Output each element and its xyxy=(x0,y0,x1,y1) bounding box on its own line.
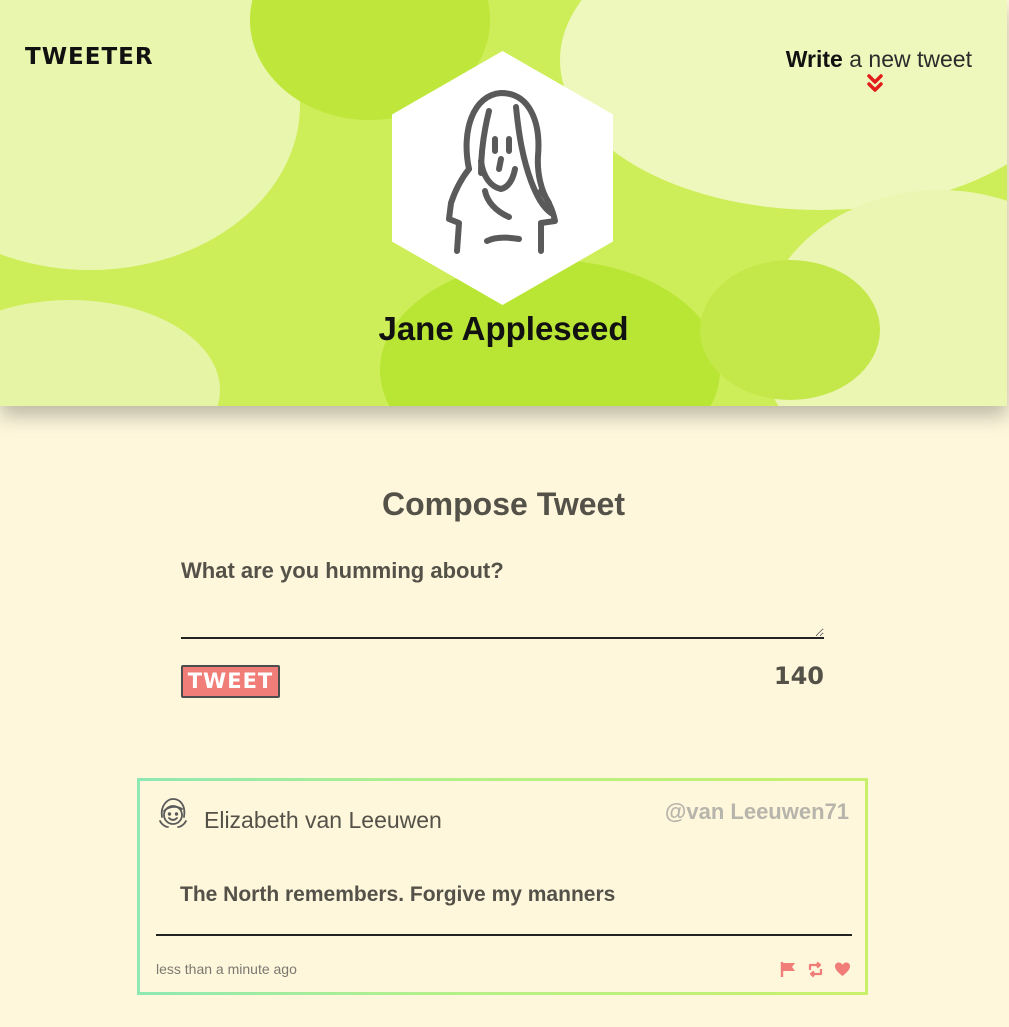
avatar-hexagon xyxy=(392,51,613,305)
write-tweet-bold: Write xyxy=(785,46,843,72)
tweet-actions xyxy=(780,961,851,978)
profile-avatar xyxy=(391,51,614,305)
tweet-body: The North remembers. Forgive my manners xyxy=(180,883,616,906)
tweet-submit-button[interactable]: TWEET xyxy=(181,665,280,698)
write-new-tweet-link[interactable]: Write a new tweet xyxy=(786,46,972,93)
flag-icon[interactable] xyxy=(780,961,797,978)
compose-title: Compose Tweet xyxy=(382,486,625,522)
profile-header: TWEETER Write a new tweet Jane Appleseed xyxy=(0,0,1007,406)
tweet-card: Elizabeth van Leeuwen @van Leeuwen71 The… xyxy=(137,778,868,995)
profile-name: Jane Appleseed xyxy=(378,310,629,347)
heart-icon[interactable] xyxy=(834,961,851,978)
compose-label: What are you humming about? xyxy=(181,558,504,583)
character-counter: 140 xyxy=(773,662,824,690)
retweet-icon[interactable] xyxy=(807,961,824,978)
tweet-text-input[interactable] xyxy=(181,596,824,639)
brand-logo[interactable]: TWEETER xyxy=(25,44,154,70)
double-chevron-down-icon[interactable] xyxy=(865,73,885,93)
tweet-author-name: Elizabeth van Leeuwen xyxy=(204,807,442,833)
header-background-shape xyxy=(560,0,1007,210)
tweet-timestamp: less than a minute ago xyxy=(156,961,297,977)
tweet-divider xyxy=(156,934,852,936)
tweet-author-handle: @van Leeuwen71 xyxy=(664,799,849,824)
girl-avatar-icon xyxy=(159,798,187,828)
write-tweet-rest: a new tweet xyxy=(842,46,972,72)
